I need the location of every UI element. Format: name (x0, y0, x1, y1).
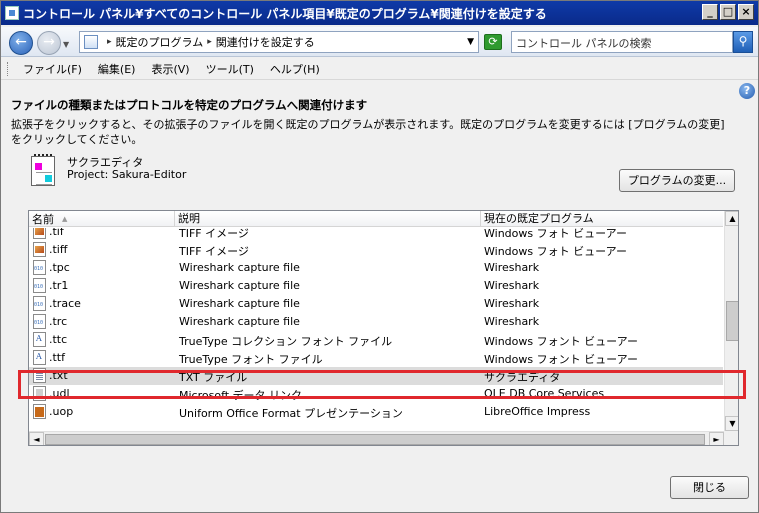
default-program-cell: Wireshark (484, 315, 540, 328)
description-cell: TIFF イメージ (179, 228, 249, 240)
scroll-up-icon[interactable]: ▲ (725, 211, 738, 226)
scroll-corner (724, 431, 738, 445)
forward-button[interactable]: → (37, 31, 61, 55)
breadcrumb-chevron-icon[interactable]: ▸ (207, 37, 212, 47)
association-list[interactable]: 名前 ▲ 説明 現在の既定プログラム .tif TIFF イメージ Windows フ… (28, 210, 739, 446)
description-cell: Wireshark capture file (179, 297, 300, 310)
wireshark-file-icon (33, 260, 46, 275)
extension-cell: .ttf (49, 351, 65, 364)
default-program-cell: Wireshark (484, 297, 540, 310)
table-row[interactable]: .ttc TrueType コレクション フォント ファイル Windows フォン… (29, 331, 723, 349)
title-bar[interactable]: コントロール パネル¥すべてのコントロール パネル項目¥既定のプログラム¥関連付… (1, 1, 758, 25)
menu-help[interactable]: ヘルプ(H) (262, 61, 328, 77)
table-row[interactable]: .uop Uniform Office Format プレゼンテーション Libre… (29, 403, 723, 421)
description-cell: Wireshark capture file (179, 279, 300, 292)
sakura-editor-icon (31, 154, 55, 186)
description-cell: Wireshark capture file (179, 315, 300, 328)
extension-cell: .tif (49, 228, 64, 238)
wireshark-file-icon (33, 278, 46, 293)
control-panel-window: コントロール パネル¥すべてのコントロール パネル項目¥既定のプログラム¥関連付… (0, 0, 759, 513)
close-window-button[interactable]: × (738, 4, 754, 20)
breadcrumb-set-associations[interactable]: 関連付けを設定する (216, 34, 315, 50)
description-cell: TrueType フォント ファイル (179, 353, 323, 366)
horizontal-scroll-thumb[interactable] (45, 434, 705, 445)
table-row[interactable]: .ttf TrueType フォント ファイル Windows フォント ビューアー (29, 349, 723, 367)
search-icon[interactable]: ⚲ (733, 31, 753, 53)
minimize-button[interactable]: _ (702, 4, 718, 20)
table-row[interactable]: .trace Wireshark capture file Wireshark (29, 295, 723, 313)
table-row[interactable]: .tiff TIFF イメージ Windows フォト ビューアー (29, 241, 723, 259)
window-title: コントロール パネル¥すべてのコントロール パネル項目¥既定のプログラム¥関連付… (23, 6, 547, 21)
default-program-cell: LibreOffice Impress (484, 405, 591, 418)
horizontal-scrollbar[interactable]: ◄ ► (29, 431, 724, 445)
address-toolbar: ← → ▼ ▸ 既定のプログラム ▸ 関連付けを設定する ▼ ⟳ コントロール … (1, 27, 758, 57)
main-content: ? ファイルの種類またはプロトコルを特定のプログラムへ関連付けます 拡張子をクリ… (2, 81, 757, 512)
folder-icon (84, 35, 98, 49)
description-cell: TrueType コレクション フォント ファイル (179, 335, 393, 348)
default-program-cell: Wireshark (484, 279, 540, 292)
column-header-description[interactable]: 説明 (175, 211, 481, 227)
default-program-cell: Windows フォト ビューアー (484, 245, 627, 258)
page-title: ファイルの種類またはプロトコルを特定のプログラムへ関連付けます (11, 98, 368, 112)
extension-cell: .trace (49, 297, 81, 310)
sort-ascending-icon: ▲ (62, 215, 68, 223)
column-header-default-program[interactable]: 現在の既定プログラム (481, 211, 723, 227)
search-input[interactable]: コントロール パネルの検索 (511, 31, 733, 53)
page-description: 拡張子をクリックすると、その拡張子のファイルを開く既定のプログラムが表示されます… (11, 118, 725, 146)
program-company: Project: Sakura-Editor (67, 168, 187, 181)
selection-highlight-box (18, 370, 746, 399)
control-panel-icon (5, 6, 19, 20)
list-rows: .tif TIFF イメージ Windows フォト ビューアー .tiff TIFF … (29, 228, 723, 431)
help-icon[interactable]: ? (739, 83, 755, 99)
address-dropdown-icon[interactable]: ▼ (467, 37, 474, 47)
description-cell: Uniform Office Format プレゼンテーション (179, 407, 403, 420)
recent-pages-chevron-icon[interactable]: ▼ (63, 40, 69, 49)
menu-edit[interactable]: 編集(E) (90, 61, 144, 77)
close-button[interactable]: 閉じる (670, 476, 749, 499)
description-cell: Wireshark capture file (179, 261, 300, 274)
office-doc-icon (33, 404, 46, 419)
breadcrumb-chevron-icon[interactable]: ▸ (107, 37, 112, 47)
list-header: 名前 ▲ 説明 現在の既定プログラム (29, 211, 723, 227)
vertical-scroll-thumb[interactable] (726, 301, 738, 341)
menu-tools[interactable]: ツール(T) (198, 61, 262, 77)
scroll-right-icon[interactable]: ► (709, 432, 724, 445)
extension-cell: .tiff (49, 243, 68, 256)
table-row[interactable]: .tif TIFF イメージ Windows フォト ビューアー (29, 228, 723, 241)
change-program-button[interactable]: プログラムの変更... (619, 169, 735, 192)
menu-bar: ファイル(F) 編集(E) 表示(V) ツール(T) ヘルプ(H) (1, 58, 758, 80)
description-cell: TIFF イメージ (179, 245, 249, 258)
column-header-name[interactable]: 名前 ▲ (29, 211, 175, 227)
extension-cell: .trc (49, 315, 68, 328)
default-program-cell: Wireshark (484, 261, 540, 274)
menu-view[interactable]: 表示(V) (143, 61, 197, 77)
default-program-cell: Windows フォント ビューアー (484, 335, 638, 348)
extension-cell: .uop (49, 405, 74, 418)
scroll-down-icon[interactable]: ▼ (725, 416, 738, 431)
image-file-icon (33, 242, 46, 257)
address-bar[interactable]: ▸ 既定のプログラム ▸ 関連付けを設定する ▼ (79, 31, 479, 53)
font-file-icon (33, 332, 46, 347)
extension-cell: .tpc (49, 261, 70, 274)
menu-file[interactable]: ファイル(F) (15, 61, 90, 77)
wireshark-file-icon (33, 296, 46, 311)
breadcrumb-default-programs[interactable]: 既定のプログラム (116, 34, 204, 50)
menu-grip (7, 61, 9, 76)
table-row[interactable]: .tr1 Wireshark capture file Wireshark (29, 277, 723, 295)
table-row[interactable]: .trc Wireshark capture file Wireshark (29, 313, 723, 331)
extension-cell: .tr1 (49, 279, 69, 292)
scroll-left-icon[interactable]: ◄ (29, 432, 44, 445)
back-button[interactable]: ← (9, 31, 33, 55)
default-program-cell: Windows フォント ビューアー (484, 353, 638, 366)
table-row[interactable]: .tpc Wireshark capture file Wireshark (29, 259, 723, 277)
extension-cell: .ttc (49, 333, 68, 346)
font-file-icon (33, 350, 46, 365)
refresh-icon[interactable]: ⟳ (484, 34, 502, 50)
image-file-icon (33, 228, 46, 239)
maximize-button[interactable]: □ (720, 4, 736, 20)
default-program-cell: Windows フォト ビューアー (484, 228, 627, 240)
wireshark-file-icon (33, 314, 46, 329)
